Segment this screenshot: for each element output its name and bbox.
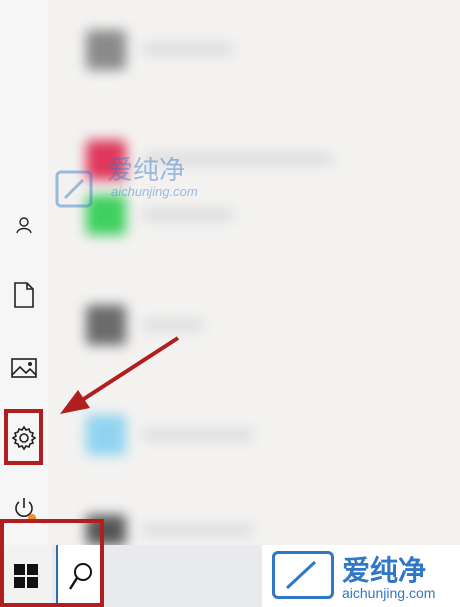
red-arrow-icon	[60, 336, 180, 414]
watermark-center-cn: 爱纯净	[107, 155, 186, 185]
documents-icon[interactable]	[0, 275, 48, 315]
taskbar-highlight-box	[0, 519, 104, 607]
watermark-bottom-url: aichunjing.com	[342, 585, 436, 601]
pictures-icon[interactable]	[0, 348, 48, 388]
user-icon[interactable]	[0, 205, 48, 245]
watermark-badge: 爱纯净 aichunjing.com	[262, 545, 460, 607]
settings-highlight-box	[4, 409, 43, 465]
watermark-badge-logo-icon	[272, 551, 334, 599]
watermark-center-url: aichunjing.com	[111, 184, 198, 199]
watermark-logo-icon	[55, 170, 93, 208]
watermark-bottom-cn: 爱纯净	[342, 555, 427, 586]
app-list-blurred	[48, 0, 460, 545]
